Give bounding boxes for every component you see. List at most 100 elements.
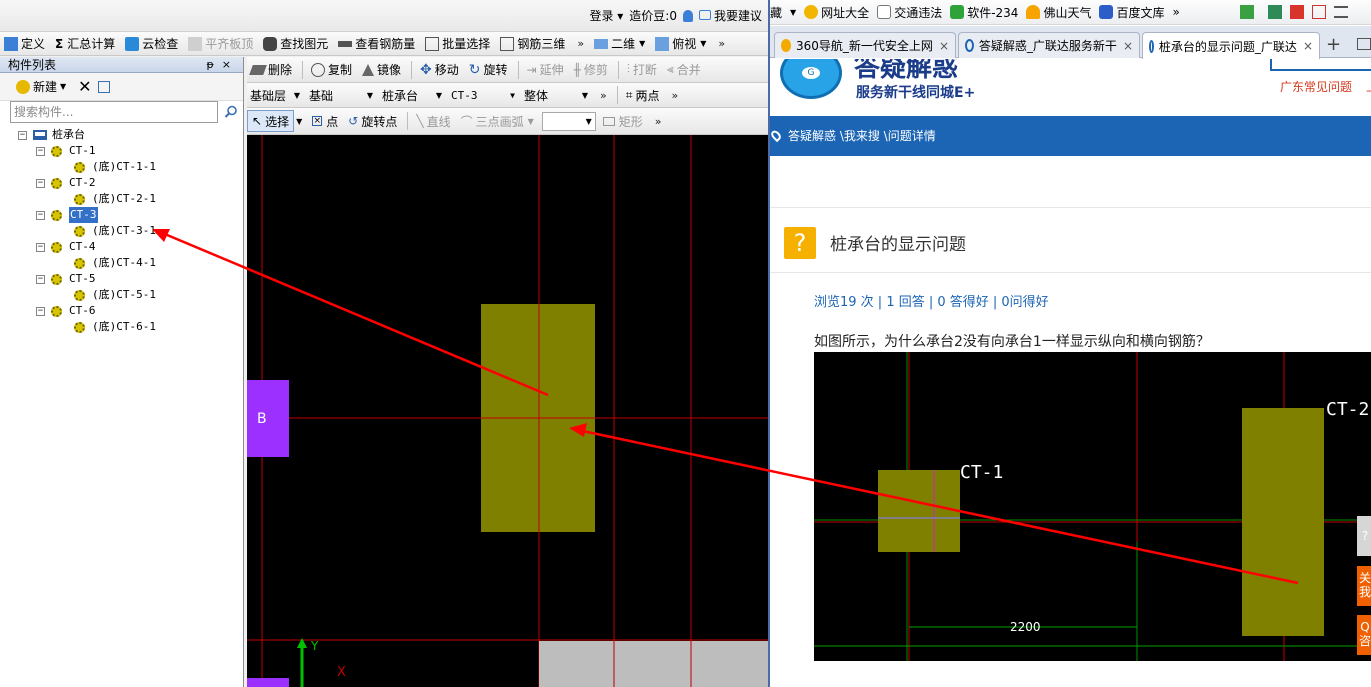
arc-tool-button[interactable]: ⌒ 三点画弧 ▼ (457, 110, 538, 132)
view-2d-dropdown[interactable]: 二维 ▼ (590, 33, 649, 55)
bookmark-item[interactable]: 藏 ▼ (770, 4, 796, 21)
tree-item-ct-4[interactable]: − CT-4 (36, 239, 96, 255)
selector-toolbar: 基础层 ▼ 基础 ▼ 桩承台 ▼ CT-3 ▼ 整体 ▼ » ⌗ 两点 » (247, 83, 768, 108)
apps-icon[interactable] (1239, 5, 1254, 19)
select-dropdown-icon[interactable]: ▼ (296, 117, 302, 126)
trim-button[interactable]: ╫ 修剪 (570, 59, 612, 81)
bookmark-item[interactable]: 百度文库 (1099, 4, 1164, 21)
point-tool-button[interactable]: × 点 (308, 110, 342, 132)
consult-button[interactable]: Q咨 (1357, 615, 1371, 655)
tab-qa[interactable]: 答疑解惑_广联达服务新干 × (958, 32, 1140, 58)
tree-item-ct-6[interactable]: − CT-6 (36, 303, 96, 319)
new-tab-button[interactable]: + (1326, 34, 1341, 55)
tree-subitem[interactable]: (底)CT-6-1 (74, 319, 156, 335)
close-icon[interactable]: × (1117, 39, 1133, 53)
region-link-extra[interactable]: 上 (1366, 78, 1371, 95)
view-rebar-button[interactable]: 查看钢筋量 (334, 33, 419, 55)
tree-subitem[interactable]: (底)CT-2-1 (74, 191, 156, 207)
merge-button[interactable]: ⫷ 合并 (663, 59, 705, 81)
define-button[interactable]: 定义 (0, 33, 49, 55)
tree-root[interactable]: − 桩承台 (18, 127, 85, 143)
panel-toolbar: 新建 ▼ ✕ (0, 73, 243, 101)
float-gray-button[interactable]: ? (1357, 516, 1371, 556)
more-icon[interactable]: » (718, 37, 725, 50)
collapse-icon[interactable]: − (36, 210, 45, 220)
close-icon[interactable]: × (1297, 39, 1313, 53)
type-select[interactable]: 桩承台 ▼ (379, 86, 445, 105)
arc-option-select[interactable]: ▼ (541, 111, 596, 131)
top-view-dropdown[interactable]: 俯视 ▼ (651, 33, 710, 55)
close-icon[interactable]: × (933, 39, 949, 53)
login-menu[interactable]: 登录 ▾ (589, 7, 623, 24)
tree-subitem[interactable]: (底)CT-3-1 (74, 223, 156, 239)
brand-title: 答疑解惑 (854, 59, 959, 83)
bookmark-item[interactable]: 软件-234 (950, 4, 1018, 21)
search-icon[interactable] (220, 101, 242, 123)
rotate-button[interactable]: ↻ 旋转 (465, 59, 512, 81)
tab-question[interactable]: 桩承台的显示问题_广联达 × (1142, 32, 1320, 59)
acrobat-icon[interactable] (1311, 5, 1326, 19)
two-point-button[interactable]: ⌗ 两点 (622, 84, 664, 106)
mail-icon[interactable] (1289, 5, 1304, 19)
category-select[interactable]: 基础 ▼ (306, 86, 376, 105)
component-select[interactable]: CT-3 ▼ (448, 86, 518, 105)
move-button[interactable]: ✥ 移动 (416, 59, 463, 81)
collapse-icon[interactable]: − (36, 146, 45, 156)
collapse-icon[interactable]: − (18, 130, 27, 140)
collapse-icon[interactable]: − (36, 178, 45, 188)
rebar-3d-button[interactable]: 钢筋三维 (496, 33, 569, 55)
tree-item-ct-5[interactable]: − CT-5 (36, 271, 96, 287)
line-tool-button[interactable]: ╲ 直线 (412, 110, 454, 132)
sum-calc-button[interactable]: Σ 汇总计算 (51, 33, 119, 55)
tree-item-ct-2[interactable]: − CT-2 (36, 175, 96, 191)
bell-icon[interactable] (682, 9, 693, 22)
collapse-icon[interactable]: − (36, 274, 45, 284)
new-component-button[interactable]: 新建 ▼ (12, 76, 70, 98)
extend-button[interactable]: ⇥ 延伸 (523, 59, 568, 81)
restore-icon[interactable] (1357, 38, 1371, 50)
pin-icon[interactable]: ᵽ (206, 58, 221, 71)
follow-button[interactable]: 关我 (1357, 566, 1371, 606)
floor-select[interactable]: 基础层 ▼ (247, 86, 303, 105)
batch-select-button[interactable]: 批量选择 (421, 33, 494, 55)
axis-b-bubble[interactable] (247, 380, 289, 457)
delete-icon[interactable]: ✕ (78, 77, 91, 96)
breadcrumb[interactable]: 答疑解惑 \我来搜 \问题详情 (788, 129, 936, 143)
more-icon[interactable]: » (655, 115, 662, 128)
drawing-canvas[interactable]: B Y X (247, 135, 768, 687)
mode-select[interactable]: 整体 ▼ (521, 86, 591, 105)
more-icon[interactable]: » (600, 89, 607, 102)
breadcrumb-bar: 答疑解惑 \我来搜 \问题详情 (770, 116, 1371, 156)
book-icon[interactable] (1267, 5, 1282, 19)
find-element-button[interactable]: 查找图元 (259, 33, 332, 55)
bookmark-item[interactable]: 交通违法 (877, 4, 942, 21)
more-icon[interactable]: » (577, 37, 584, 50)
copy-button[interactable]: 复制 (307, 59, 356, 81)
rect-tool-button[interactable]: 矩形 (599, 110, 647, 132)
rotate-point-button[interactable]: ↺ 旋转点 (344, 110, 401, 132)
select-tool-button[interactable]: ↖ 选择 (247, 110, 295, 132)
region-link[interactable]: 广东常见问题 (1280, 78, 1352, 95)
more-icon[interactable]: » (672, 89, 679, 102)
close-icon[interactable]: × (222, 58, 239, 71)
tree-subitem[interactable]: (底)CT-5-1 (74, 287, 156, 303)
copy-icon[interactable] (97, 80, 110, 93)
tree-subitem[interactable]: (底)CT-4-1 (74, 255, 156, 271)
search-input[interactable]: 搜索构件... (10, 101, 218, 123)
tree-item-ct-3[interactable]: − CT-3 (36, 207, 98, 223)
tree-item-ct-1[interactable]: − CT-1 (36, 143, 96, 159)
suggest-link[interactable]: 我要建议 (698, 7, 762, 24)
tab-360[interactable]: 360导航_新一代安全上网 × (774, 32, 956, 58)
tree-subitem[interactable]: (底)CT-1-1 (74, 159, 156, 175)
break-button[interactable]: ⫶ 打断 (623, 59, 661, 81)
bookmark-item[interactable]: 网址大全 (804, 4, 869, 21)
collapse-icon[interactable]: − (36, 306, 45, 316)
bookmark-item[interactable]: 佛山天气 (1026, 4, 1091, 21)
align-slab-button[interactable]: 平齐板顶 (184, 33, 257, 55)
more-icon[interactable]: » (1172, 5, 1179, 19)
cloud-check-button[interactable]: 云检查 (121, 33, 182, 55)
delete-button[interactable]: 删除 (247, 59, 296, 81)
mirror-button[interactable]: 镜像 (358, 59, 405, 81)
collapse-icon[interactable]: − (36, 242, 45, 252)
menu-icon[interactable] (1333, 6, 1348, 18)
